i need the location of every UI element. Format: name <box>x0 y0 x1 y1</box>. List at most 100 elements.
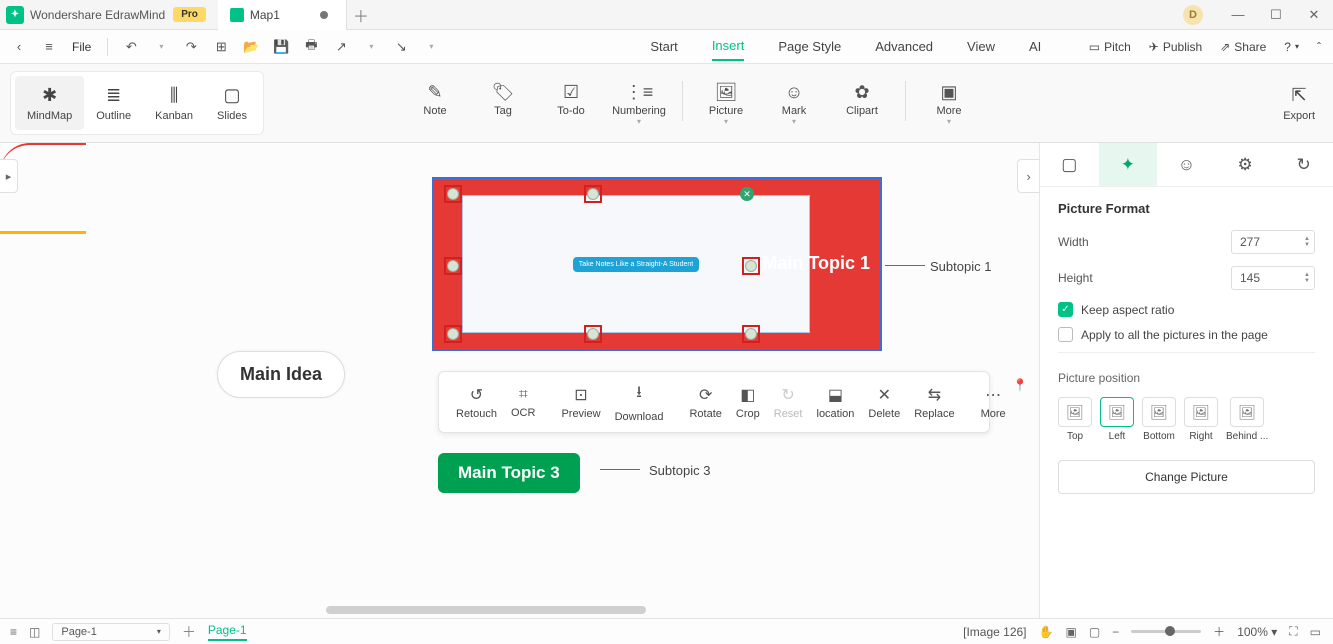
panel-toggle-button[interactable]: › <box>1017 159 1039 193</box>
close-button[interactable]: ✕ <box>1295 0 1333 30</box>
maximize-button[interactable]: ☐ <box>1257 0 1295 30</box>
tab-start[interactable]: Start <box>650 33 677 60</box>
tab-page-style[interactable]: Page Style <box>778 33 841 60</box>
tab-ai[interactable]: AI <box>1029 33 1041 60</box>
user-avatar[interactable]: D <box>1183 5 1203 25</box>
view-outline[interactable]: ≣Outline <box>84 76 143 130</box>
file-menu[interactable]: File <box>66 40 97 54</box>
back-button[interactable]: ‹ <box>6 34 32 60</box>
panel-tab-settings[interactable]: ⚙ <box>1216 143 1275 186</box>
canvas[interactable]: ▸ Main Idea Take Notes Like a Straight-A… <box>0 143 1039 618</box>
insert-note[interactable]: ✎Note <box>404 81 466 125</box>
resize-handle[interactable] <box>584 185 602 203</box>
help-button[interactable]: ? ▾ <box>1284 40 1299 54</box>
width-input[interactable]: 277▲▼ <box>1231 230 1315 254</box>
ft-location[interactable]: ⬓location <box>810 385 862 420</box>
redo-button[interactable]: ↷ <box>178 34 204 60</box>
split-view-icon[interactable]: ◫ <box>29 625 40 639</box>
view-kanban[interactable]: ⫼Kanban <box>143 76 205 130</box>
zoom-value[interactable]: 100% ▾ <box>1237 625 1277 639</box>
ft-ocr[interactable]: ⌗OCR <box>504 386 542 419</box>
save-button[interactable]: 💾 <box>268 34 294 60</box>
tab-view[interactable]: View <box>967 33 995 60</box>
new-tab-button[interactable]: ＋ <box>347 3 375 27</box>
undo-caret-icon[interactable]: ▾ <box>148 34 174 60</box>
add-node-button[interactable]: ⊞ <box>208 34 234 60</box>
zoom-out-button[interactable]: − <box>1112 625 1119 639</box>
import-dropdown[interactable]: ↘ <box>388 34 414 60</box>
open-file-button[interactable]: 📂 <box>238 34 264 60</box>
keep-aspect-checkbox[interactable]: ✓ <box>1058 302 1073 317</box>
panel-tab-history[interactable]: ↻ <box>1274 143 1333 186</box>
ft-replace[interactable]: ⇆Replace <box>907 385 961 420</box>
page-selector[interactable]: Page-1▾ <box>52 623 170 641</box>
view-mindmap[interactable]: ✱MindMap <box>15 76 84 130</box>
node-subtopic-3[interactable]: Subtopic 3 <box>649 463 710 478</box>
tab-insert[interactable]: Insert <box>712 32 745 61</box>
active-page-tab[interactable]: Page-1 <box>208 623 247 641</box>
insert-numbering[interactable]: ⋮≡Numbering▾ <box>608 81 670 125</box>
collapse-ribbon-button[interactable]: ˆ <box>1317 40 1321 54</box>
node-main-topic-3[interactable]: Main Topic 3 <box>438 453 580 493</box>
hand-tool-icon[interactable]: ✋ <box>1039 625 1054 639</box>
ft-preview[interactable]: ⊡Preview <box>554 385 607 420</box>
node-main-idea[interactable]: Main Idea <box>217 351 345 398</box>
pos-left[interactable]: 🖼Left <box>1100 397 1134 442</box>
apply-all-checkbox[interactable] <box>1058 327 1073 342</box>
canvas-left-flap[interactable]: ▸ <box>0 159 18 193</box>
insert-more[interactable]: ▣More▾ <box>918 81 980 125</box>
pos-top[interactable]: 🖼Top <box>1058 397 1092 442</box>
export-dropdown[interactable]: ↗ <box>328 34 354 60</box>
close-image-button[interactable]: ✕ <box>740 187 754 201</box>
publish-button[interactable]: ✈Publish <box>1149 40 1202 54</box>
export-button[interactable]: ⇱Export <box>1283 85 1315 122</box>
ft-crop[interactable]: ◧Crop <box>729 385 767 420</box>
pitch-button[interactable]: ▭Pitch <box>1089 40 1131 54</box>
resize-handle[interactable] <box>742 325 760 343</box>
panel-tab-ai[interactable]: ✦ <box>1099 143 1158 186</box>
zoom-slider[interactable] <box>1131 630 1201 633</box>
resize-handle[interactable] <box>444 325 462 343</box>
ft-download[interactable]: ⭳Download <box>608 381 671 423</box>
insert-tag[interactable]: 🏷Tag <box>472 81 534 125</box>
print-button[interactable]: 🖶 <box>298 34 324 60</box>
node-main-topic-1-image[interactable]: Take Notes Like a Straight-A Student ✕ M… <box>432 177 882 351</box>
ft-more[interactable]: ⋯More <box>974 385 1013 420</box>
node-subtopic-1[interactable]: Subtopic 1 <box>930 259 991 274</box>
node-main-topic-1-label[interactable]: Main Topic 1 <box>762 253 870 274</box>
view-slides[interactable]: ▢Slides <box>205 76 259 130</box>
ft-delete[interactable]: ✕Delete <box>861 385 907 420</box>
change-picture-button[interactable]: Change Picture <box>1058 460 1315 494</box>
hamburger-menu-icon[interactable]: ≡ <box>36 34 62 60</box>
panel-tab-node[interactable]: ▢ <box>1040 143 1099 186</box>
horizontal-scrollbar[interactable] <box>326 606 646 614</box>
ft-pin[interactable]: 📍 <box>1013 372 1028 392</box>
share-button[interactable]: ⇗Share <box>1220 40 1266 54</box>
zoom-in-button[interactable]: ＋ <box>1213 623 1225 640</box>
export-caret-icon[interactable]: ▾ <box>358 34 384 60</box>
panel-tab-mark[interactable]: ☺ <box>1157 143 1216 186</box>
resize-handle[interactable] <box>584 325 602 343</box>
minimize-button[interactable]: — <box>1219 0 1257 30</box>
resize-handle[interactable] <box>444 185 462 203</box>
pos-bottom[interactable]: 🖼Bottom <box>1142 397 1176 442</box>
presentation-icon[interactable]: ▭ <box>1310 625 1321 639</box>
tab-advanced[interactable]: Advanced <box>875 33 933 60</box>
ft-rotate[interactable]: ⟳Rotate <box>682 385 728 420</box>
import-caret-icon[interactable]: ▾ <box>418 34 444 60</box>
outline-toggle-icon[interactable]: ≡ <box>10 625 17 639</box>
add-page-button[interactable]: ＋ <box>182 622 196 642</box>
fit-page-icon[interactable]: ▣ <box>1065 625 1076 639</box>
insert-todo[interactable]: ☑To-do <box>540 81 602 125</box>
resize-handle[interactable] <box>444 257 462 275</box>
document-tab[interactable]: Map1 <box>218 0 347 30</box>
fullscreen-icon[interactable]: ⛶ <box>1289 624 1297 639</box>
insert-picture[interactable]: 🖼Picture▾ <box>695 81 757 125</box>
fit-content-icon[interactable]: ▢ <box>1089 625 1100 639</box>
undo-button[interactable]: ↶ <box>118 34 144 60</box>
insert-clipart[interactable]: ✿Clipart <box>831 81 893 125</box>
ft-retouch[interactable]: ↺Retouch <box>449 385 504 420</box>
resize-handle[interactable] <box>742 257 760 275</box>
ft-reset[interactable]: ↻Reset <box>767 385 810 420</box>
insert-mark[interactable]: ☺Mark▾ <box>763 81 825 125</box>
